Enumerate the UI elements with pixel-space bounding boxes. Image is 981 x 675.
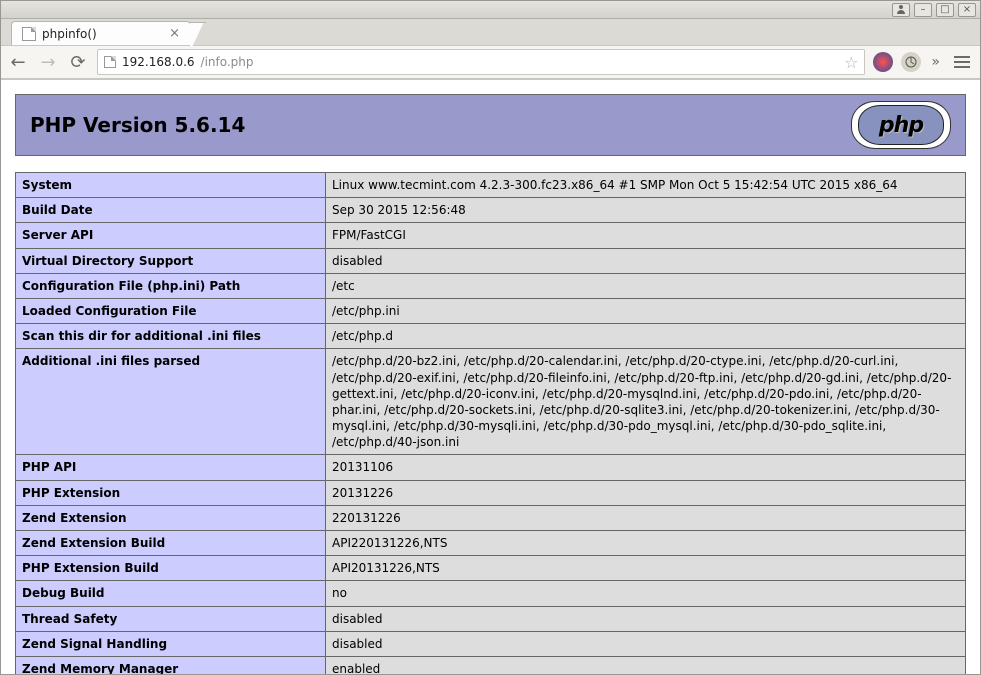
php-logo-text: php xyxy=(858,105,944,145)
phpinfo-header: PHP Version 5.6.14 php xyxy=(15,94,966,156)
table-row: PHP Extension20131226 xyxy=(16,480,966,505)
table-row: Server APIFPM/FastCGI xyxy=(16,223,966,248)
info-key: Zend Extension xyxy=(16,505,326,530)
table-row: Thread Safetydisabled xyxy=(16,606,966,631)
info-key: Debug Build xyxy=(16,581,326,606)
info-value: 20131226 xyxy=(326,480,966,505)
table-row: Zend Signal Handlingdisabled xyxy=(16,631,966,656)
table-row: Configuration File (php.ini) Path/etc xyxy=(16,273,966,298)
info-value: /etc xyxy=(326,273,966,298)
table-row: PHP API20131106 xyxy=(16,455,966,480)
info-key: PHP Extension xyxy=(16,480,326,505)
info-value: no xyxy=(326,581,966,606)
info-value: enabled xyxy=(326,656,966,674)
url-path: /info.php xyxy=(201,55,254,69)
table-row: Zend Extension220131226 xyxy=(16,505,966,530)
table-row: Build DateSep 30 2015 12:56:48 xyxy=(16,198,966,223)
info-value: /etc/php.d xyxy=(326,324,966,349)
info-key: PHP Extension Build xyxy=(16,556,326,581)
phpinfo-page: PHP Version 5.6.14 php SystemLinux www.t… xyxy=(1,80,980,674)
page-icon xyxy=(22,27,36,41)
address-bar[interactable]: 192.168.0.6/info.php ☆ xyxy=(97,49,865,75)
info-value: Linux www.tecmint.com 4.2.3-300.fc23.x86… xyxy=(326,173,966,198)
table-row: Zend Memory Managerenabled xyxy=(16,656,966,674)
info-key: PHP API xyxy=(16,455,326,480)
info-key: Server API xyxy=(16,223,326,248)
extension-icon-2[interactable] xyxy=(901,52,921,72)
info-value: API20131226,NTS xyxy=(326,556,966,581)
window-close-button[interactable]: × xyxy=(958,3,976,17)
info-value: disabled xyxy=(326,248,966,273)
info-key: Zend Extension Build xyxy=(16,531,326,556)
info-value: API220131226,NTS xyxy=(326,531,966,556)
page-viewport[interactable]: PHP Version 5.6.14 php SystemLinux www.t… xyxy=(1,79,980,674)
user-menu-button[interactable] xyxy=(892,3,910,17)
info-value: 20131106 xyxy=(326,455,966,480)
window-minimize-button[interactable]: – xyxy=(914,3,932,17)
info-value: disabled xyxy=(326,631,966,656)
extensions-overflow-button[interactable]: » xyxy=(929,54,942,70)
site-icon xyxy=(104,56,116,68)
table-row: Zend Extension BuildAPI220131226,NTS xyxy=(16,531,966,556)
php-version-title: PHP Version 5.6.14 xyxy=(30,113,245,137)
hamburger-menu-button[interactable] xyxy=(950,56,974,68)
info-value: Sep 30 2015 12:56:48 xyxy=(326,198,966,223)
table-row: PHP Extension BuildAPI20131226,NTS xyxy=(16,556,966,581)
info-key: Loaded Configuration File xyxy=(16,298,326,323)
reload-button[interactable]: ⟳ xyxy=(67,51,89,73)
info-key: Additional .ini files parsed xyxy=(16,349,326,455)
table-row: Additional .ini files parsed/etc/php.d/2… xyxy=(16,349,966,455)
info-value: disabled xyxy=(326,606,966,631)
info-value: /etc/php.ini xyxy=(326,298,966,323)
tab-close-button[interactable]: × xyxy=(169,26,180,41)
info-value: /etc/php.d/20-bz2.ini, /etc/php.d/20-cal… xyxy=(326,349,966,455)
info-key: Zend Signal Handling xyxy=(16,631,326,656)
window-titlebar: – □ × xyxy=(1,1,980,19)
tab-title: phpinfo() xyxy=(42,27,97,41)
bookmark-star-icon[interactable]: ☆ xyxy=(844,53,858,72)
table-row: Scan this dir for additional .ini files/… xyxy=(16,324,966,349)
phpinfo-table: SystemLinux www.tecmint.com 4.2.3-300.fc… xyxy=(15,172,966,674)
table-row: SystemLinux www.tecmint.com 4.2.3-300.fc… xyxy=(16,173,966,198)
tab-strip: phpinfo() × xyxy=(1,19,980,45)
info-key: Build Date xyxy=(16,198,326,223)
browser-window: – □ × phpinfo() × ← → ⟳ 192.168.0.6/info… xyxy=(0,0,981,675)
info-key: Virtual Directory Support xyxy=(16,248,326,273)
table-row: Loaded Configuration File/etc/php.ini xyxy=(16,298,966,323)
info-key: Zend Memory Manager xyxy=(16,656,326,674)
browser-tab[interactable]: phpinfo() × xyxy=(11,21,191,45)
url-host: 192.168.0.6 xyxy=(122,55,195,69)
info-key: Thread Safety xyxy=(16,606,326,631)
browser-toolbar: ← → ⟳ 192.168.0.6/info.php ☆ » xyxy=(1,45,980,79)
php-logo: php xyxy=(851,101,951,149)
table-row: Virtual Directory Supportdisabled xyxy=(16,248,966,273)
info-key: Configuration File (php.ini) Path xyxy=(16,273,326,298)
info-value: FPM/FastCGI xyxy=(326,223,966,248)
info-key: Scan this dir for additional .ini files xyxy=(16,324,326,349)
info-value: 220131226 xyxy=(326,505,966,530)
back-button[interactable]: ← xyxy=(7,51,29,73)
window-maximize-button[interactable]: □ xyxy=(936,3,954,17)
info-key: System xyxy=(16,173,326,198)
table-row: Debug Buildno xyxy=(16,581,966,606)
forward-button[interactable]: → xyxy=(37,51,59,73)
extension-icon-1[interactable] xyxy=(873,52,893,72)
